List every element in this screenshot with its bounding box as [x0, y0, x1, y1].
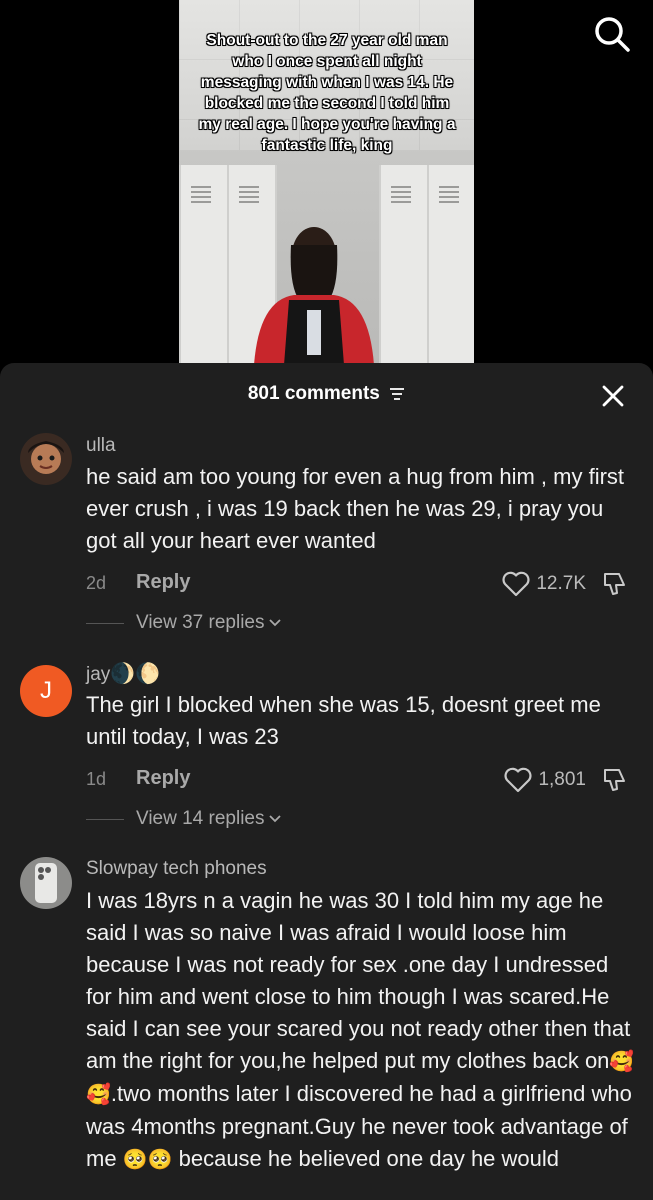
search-icon [595, 17, 630, 52]
view-replies-button[interactable]: View 37 replies [86, 609, 281, 637]
person-figure [254, 227, 374, 365]
view-replies-label: View 14 replies [136, 808, 265, 829]
comment-text-part: because he believed one day he would [172, 1146, 560, 1171]
comment-count-label: 801 comments [0, 383, 653, 405]
avatar-image [20, 433, 72, 485]
avatar[interactable] [20, 857, 72, 909]
comments-sheet: 801 comments ulla he said am too young f… [0, 363, 653, 1200]
username[interactable]: ulla [86, 435, 116, 457]
comment-count: 801 comments [247, 383, 380, 404]
reply-button[interactable]: Reply [136, 767, 190, 790]
search-button[interactable] [590, 12, 634, 56]
comment-text: he said am too young for even a hug from… [86, 464, 625, 553]
chevron-down-icon [268, 619, 281, 627]
replies-divider [86, 622, 124, 624]
like-count: 12.7K [536, 573, 586, 594]
comment-text: I was 18yrs n a vagin he was 30 I told h… [86, 885, 636, 1176]
video-area: Shout-out to the 27 year old man who I o… [0, 0, 653, 365]
username[interactable]: jay🌒🌔 [86, 661, 160, 686]
comment-text: The girl I blocked when she was 15, does… [86, 692, 601, 749]
dislike-button[interactable] [602, 767, 628, 793]
reply-button[interactable]: Reply [136, 571, 190, 594]
view-replies-button[interactable]: View 14 replies [86, 805, 281, 833]
comment-emoji: 🥺🥺 [122, 1149, 173, 1171]
comment-time: 2d [86, 573, 107, 593]
like-button[interactable]: 12.7K [502, 569, 586, 599]
like-button[interactable]: 1,801 [504, 765, 586, 795]
video-caption: Shout-out to the 27 year old man who I o… [198, 32, 456, 154]
username-emoji: 🌒🌔 [110, 663, 161, 685]
comment-text-part: I was 18yrs n a vagin he was 30 I told h… [86, 888, 631, 1073]
avatar[interactable]: J [20, 665, 72, 717]
close-button[interactable] [600, 383, 626, 409]
locker [427, 165, 474, 365]
close-icon [602, 385, 624, 407]
avatar-image [20, 857, 72, 909]
username-text: jay [86, 664, 111, 685]
chevron-down-icon [268, 815, 281, 823]
thumbs-down-icon [604, 769, 625, 791]
filter-icon[interactable] [389, 387, 405, 401]
heart-icon [502, 571, 530, 597]
avatar[interactable] [20, 433, 72, 485]
replies-divider [86, 818, 124, 820]
comment-actions: 2d Reply 12.7K [86, 569, 636, 599]
sheet-header: 801 comments [0, 363, 653, 423]
heart-icon [504, 767, 532, 793]
like-count: 1,801 [538, 769, 586, 790]
username[interactable]: Slowpay tech phones [86, 858, 267, 880]
video-frame[interactable]: Shout-out to the 27 year old man who I o… [179, 0, 474, 365]
comment-time: 1d [86, 769, 107, 789]
locker [179, 165, 229, 365]
comment-actions: 1d Reply 1,801 [86, 765, 636, 795]
dislike-button[interactable] [602, 571, 628, 597]
thumbs-down-icon [604, 573, 625, 595]
view-replies-label: View 37 replies [136, 612, 265, 633]
